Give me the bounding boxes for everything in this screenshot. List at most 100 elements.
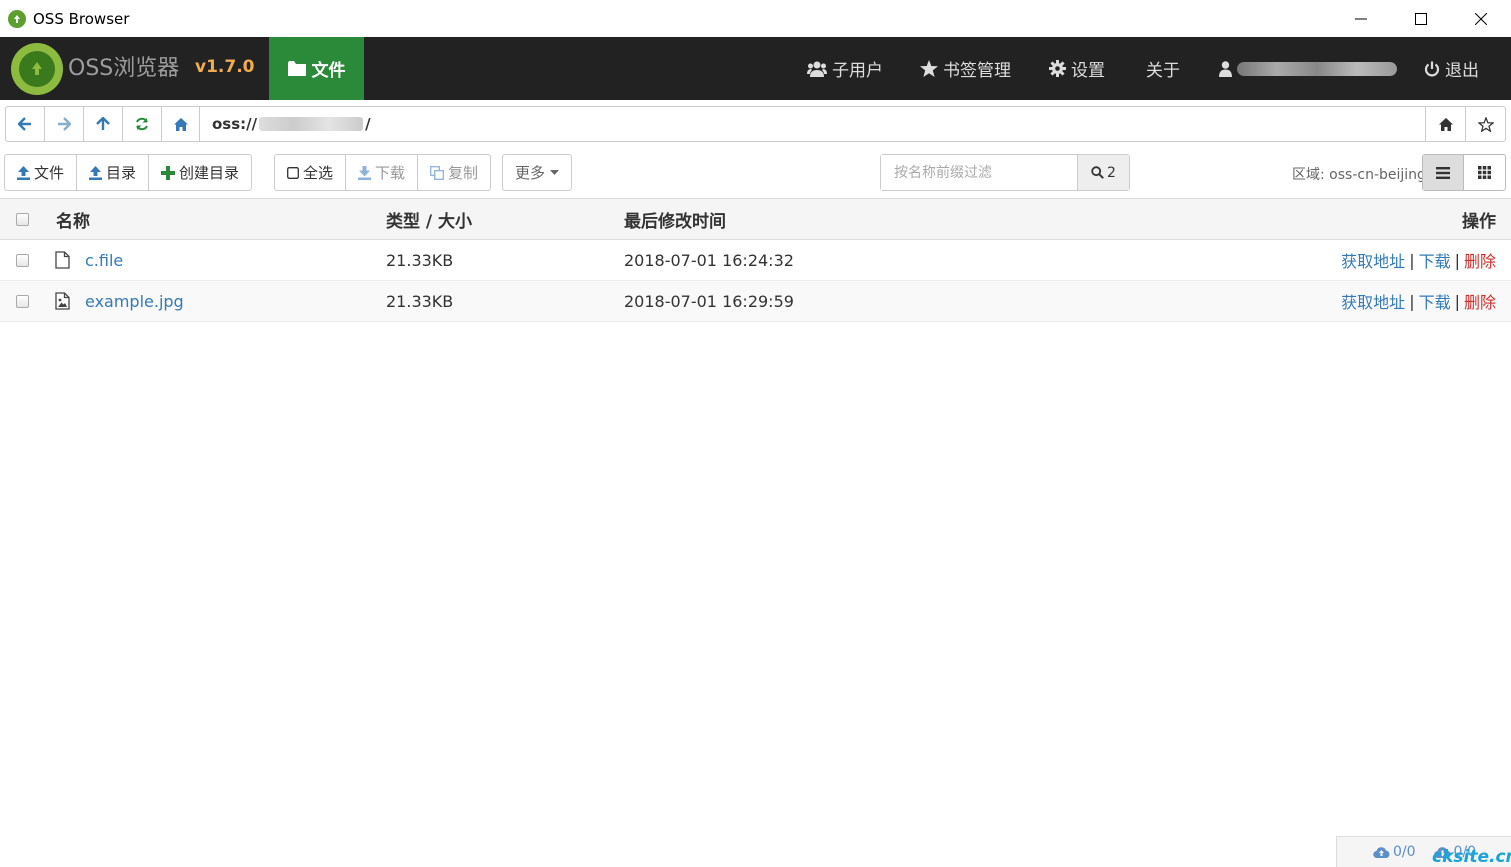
nav-bookmarks-label: 书签管理 <box>943 61 1011 81</box>
close-window-button[interactable] <box>1451 0 1511 37</box>
users-icon <box>807 61 827 77</box>
table-row[interactable]: c.file 21.33KB 2018-07-01 16:24:32 获取地址 … <box>0 240 1511 281</box>
file-name-link[interactable]: c.file <box>85 240 123 280</box>
upload-icon <box>89 165 103 180</box>
header-name[interactable]: 名称 <box>56 199 90 239</box>
selection-button-group: 全选 下载 复制 <box>274 154 492 191</box>
upload-dir-button[interactable]: 目录 <box>77 155 150 190</box>
redacted-bucket-name <box>259 117 364 131</box>
list-view-icon <box>1436 166 1450 179</box>
delete-link[interactable]: 删除 <box>1464 289 1496 313</box>
copy-selected-label: 复制 <box>448 164 479 182</box>
row-checkbox[interactable] <box>16 281 29 321</box>
back-button[interactable] <box>6 107 45 141</box>
forward-button[interactable] <box>45 107 84 141</box>
header-actions: 操作 <box>1462 211 1496 232</box>
file-table-header: 名称 类型 / 大小 最后修改时间 操作 <box>0 198 1511 240</box>
upload-icon <box>17 165 30 180</box>
upload-count: 0/0 <box>1393 844 1416 860</box>
upload-button-group: 文件 目录 创建目录 <box>4 154 253 191</box>
nav-sub-users-label: 子用户 <box>832 61 883 81</box>
get-url-link[interactable]: 获取地址 <box>1341 289 1405 313</box>
file-name-link[interactable]: example.jpg <box>85 281 184 321</box>
download-link[interactable]: 下载 <box>1419 289 1451 313</box>
address-suffix: / <box>365 115 371 133</box>
nav-about-label: 关于 <box>1146 61 1180 81</box>
get-url-link[interactable]: 获取地址 <box>1341 248 1405 272</box>
checkbox-empty-icon <box>287 166 299 179</box>
top-navbar: OSS浏览器 v1.7.0 文件 子用户 书签管理 设置 关于 退出 <box>0 37 1511 100</box>
download-selected-button[interactable]: 下载 <box>346 155 419 190</box>
copy-selected-button[interactable]: 复制 <box>418 155 490 190</box>
select-all-checkbox[interactable] <box>16 199 29 239</box>
download-selected-label: 下载 <box>375 164 406 182</box>
home-icon <box>1438 117 1453 131</box>
action-separator: | <box>1454 291 1460 311</box>
nav-user-account[interactable] <box>1219 37 1397 100</box>
user-icon <box>1219 60 1232 77</box>
file-modified: 2018-07-01 16:29:59 <box>624 291 794 311</box>
file-modified: 2018-07-01 16:24:32 <box>624 250 794 270</box>
view-mode-toggle <box>1422 154 1506 191</box>
minimize-button[interactable] <box>1331 0 1391 37</box>
file-size: 21.33KB <box>386 291 454 311</box>
action-separator: | <box>1454 250 1460 270</box>
nav-tab-files[interactable]: 文件 <box>269 37 364 100</box>
plus-icon <box>161 165 176 180</box>
refresh-icon <box>136 117 148 131</box>
star-outline-icon <box>1477 116 1494 132</box>
delete-link[interactable]: 删除 <box>1464 248 1496 272</box>
star-icon <box>920 60 938 77</box>
window-titlebar: OSS Browser <box>0 0 1511 37</box>
home-icon <box>173 117 188 131</box>
grid-view-button[interactable] <box>1464 155 1505 190</box>
upload-file-button[interactable]: 文件 <box>5 155 78 190</box>
table-row[interactable]: example.jpg 21.33KB 2018-07-01 16:29:59 … <box>0 281 1511 322</box>
address-input[interactable]: oss:// / <box>200 107 1425 141</box>
header-type-size[interactable]: 类型 / 大小 <box>386 199 472 239</box>
list-view-button[interactable] <box>1423 155 1464 190</box>
maximize-button[interactable] <box>1391 0 1451 37</box>
file-size: 21.33KB <box>386 250 454 270</box>
nav-logout[interactable]: 退出 <box>1424 37 1479 100</box>
upload-file-label: 文件 <box>34 164 65 182</box>
power-icon <box>1424 61 1440 76</box>
app-logo-icon <box>8 9 26 28</box>
select-all-button[interactable]: 全选 <box>275 155 347 190</box>
filter-search-button[interactable]: 2 <box>1077 155 1129 190</box>
region-label: 区域: oss-cn-beijing <box>1292 167 1426 183</box>
select-all-label: 全选 <box>303 164 334 182</box>
minimize-icon <box>1355 18 1367 19</box>
file-icon <box>55 240 70 280</box>
header-modified[interactable]: 最后修改时间 <box>624 199 726 239</box>
nav-about[interactable]: 关于 <box>1146 37 1180 100</box>
refresh-button[interactable] <box>123 107 162 141</box>
arrow-left-icon <box>18 117 31 131</box>
download-icon <box>358 165 372 180</box>
upload-status[interactable]: 0/0 <box>1373 844 1416 860</box>
nav-logout-label: 退出 <box>1445 61 1479 81</box>
brand-logo-icon <box>11 43 63 95</box>
address-home-button[interactable] <box>1425 107 1465 141</box>
window-title: OSS Browser <box>33 9 130 28</box>
row-checkbox[interactable] <box>16 240 29 280</box>
more-dropdown-button[interactable]: 更多 <box>503 155 571 190</box>
folder-icon <box>287 61 306 76</box>
nav-bookmarks[interactable]: 书签管理 <box>920 37 1011 100</box>
row-actions: 获取地址 | 下载 | 删除 <box>1341 281 1496 321</box>
nav-sub-users[interactable]: 子用户 <box>807 37 883 100</box>
grid-view-icon <box>1478 166 1491 179</box>
create-dir-button[interactable]: 创建目录 <box>149 155 251 190</box>
nav-settings[interactable]: 设置 <box>1049 37 1105 100</box>
filter-input[interactable] <box>881 155 1077 190</box>
search-icon <box>1091 166 1104 179</box>
name-prefix-filter: 2 <box>880 154 1130 191</box>
bookmark-button[interactable] <box>1465 107 1505 141</box>
gear-icon <box>1049 60 1066 77</box>
download-link[interactable]: 下载 <box>1419 248 1451 272</box>
action-separator: | <box>1409 250 1415 270</box>
up-level-button[interactable] <box>84 107 123 141</box>
maximize-icon <box>1415 12 1427 25</box>
action-separator: | <box>1409 291 1415 311</box>
home-button[interactable] <box>162 107 200 141</box>
